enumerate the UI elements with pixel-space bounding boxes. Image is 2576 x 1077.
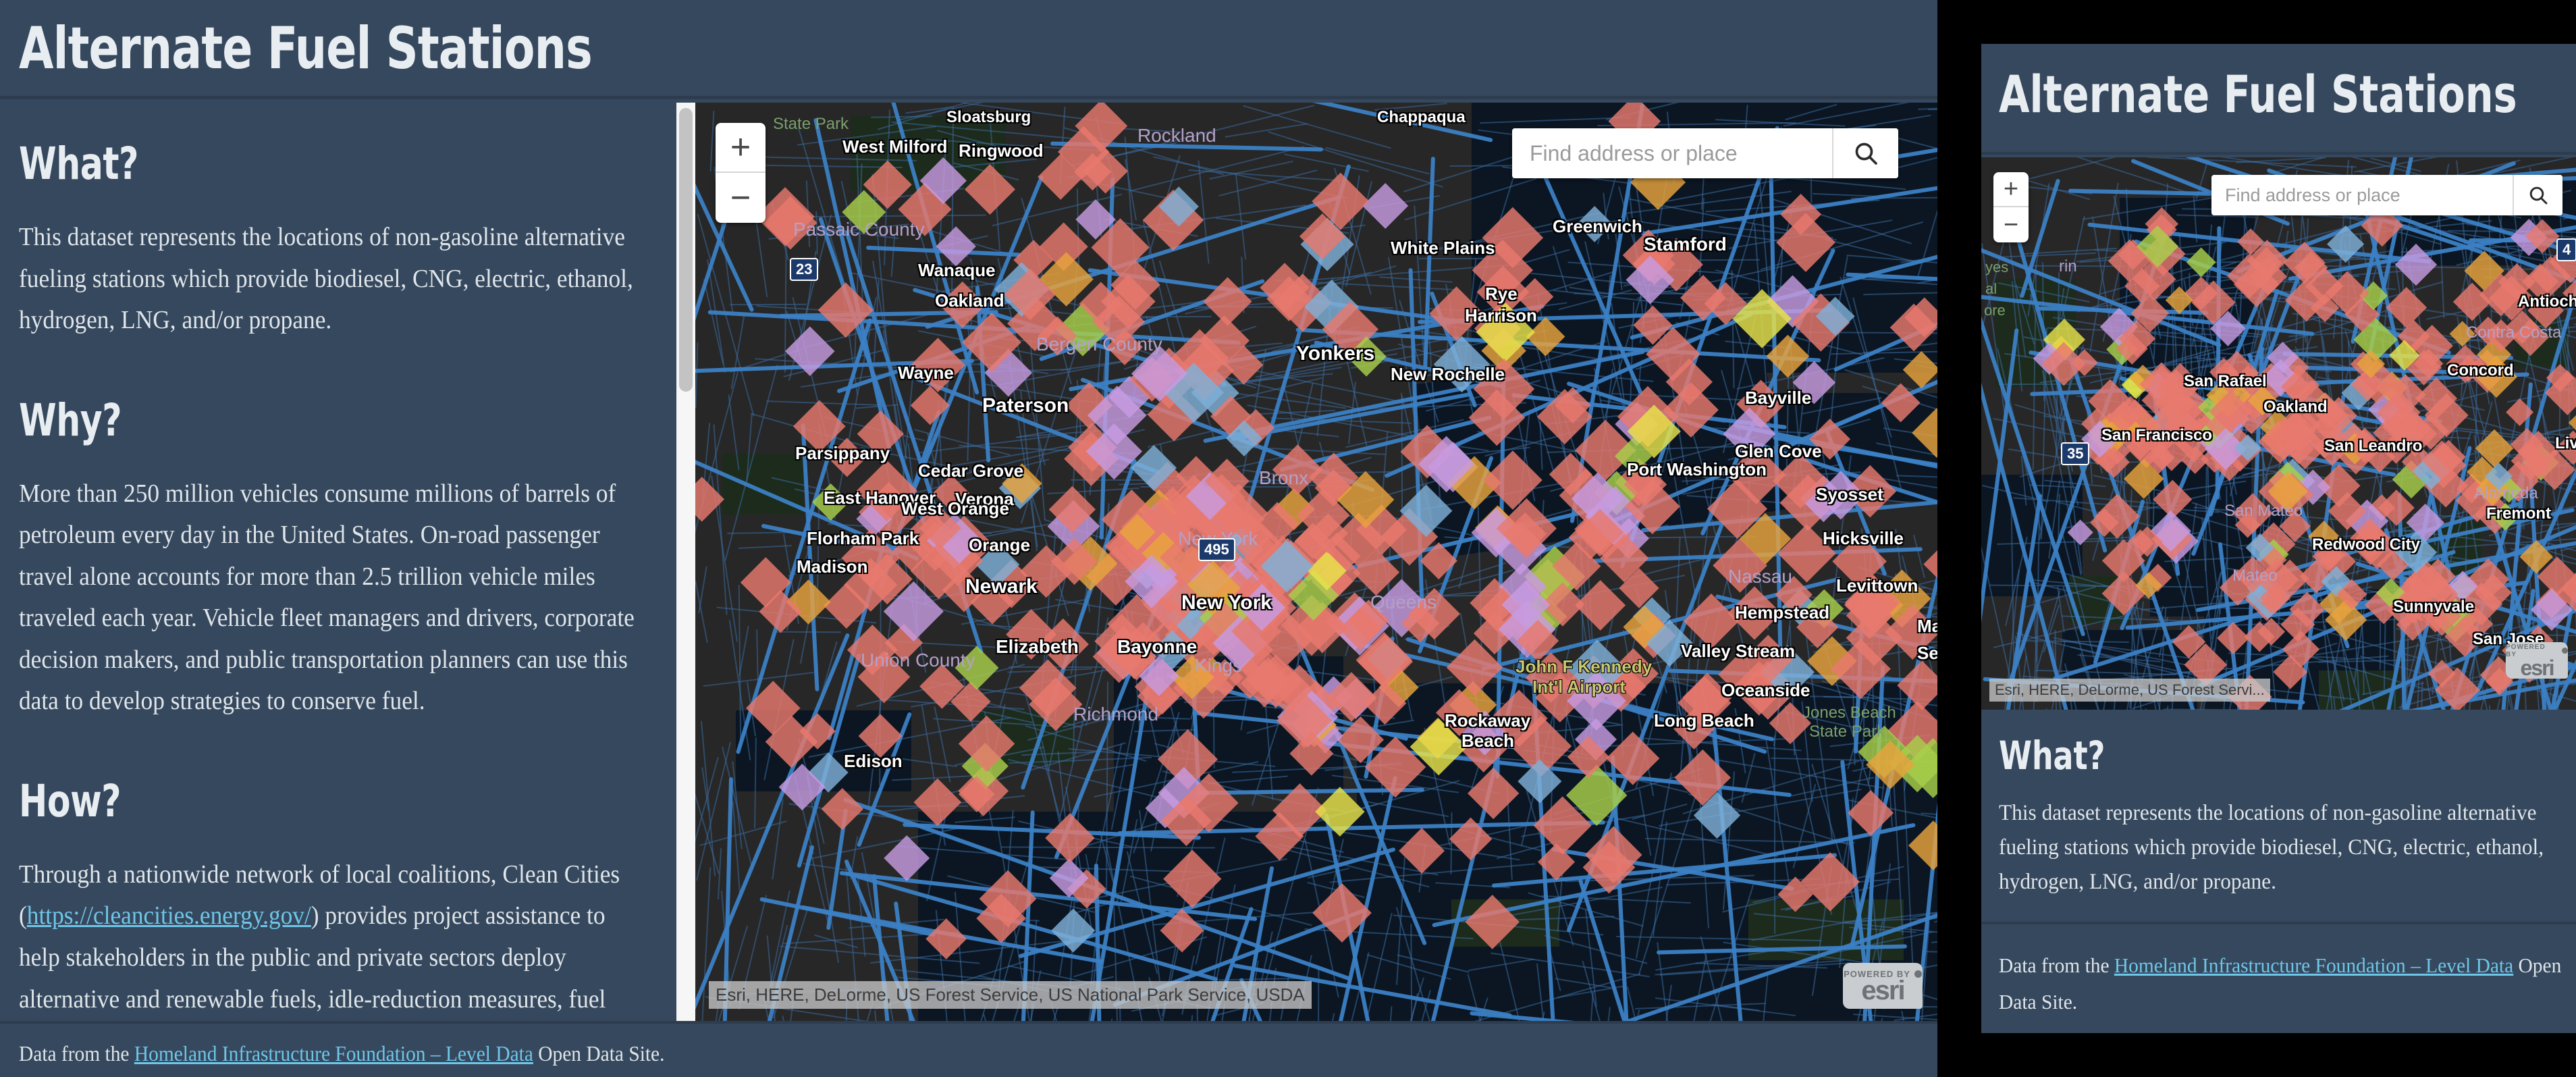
map-street: [934, 706, 951, 783]
map-street: [1912, 534, 1925, 578]
side-panel-scrollbar-thumb[interactable]: [679, 108, 693, 392]
mobile-device-screen: Alternate Fuel Stations yes al ore rin Antio…: [1981, 44, 2576, 1033]
mobile-zoom-controls[interactable]: + −: [1993, 172, 2029, 242]
map-attribution: Esri, HERE, DeLorme, US Forest Service, …: [709, 981, 1312, 1009]
app-footer: Data from the Homeland Infrastructure Fo…: [0, 1021, 1937, 1077]
map-street: [999, 648, 1020, 708]
mobile-esri-logo: POWERED BY esri: [2506, 642, 2568, 679]
map-street: [2488, 704, 2497, 710]
map-street: [1324, 147, 1430, 175]
section-body-what: This dataset represents the locations of…: [19, 223, 633, 335]
app-header: Alternate Fuel Stations: [0, 0, 1937, 99]
map-street: [755, 629, 759, 685]
zoom-controls[interactable]: + −: [716, 123, 766, 223]
map-place-label: State Park: [773, 115, 849, 133]
footer-prefix: Data from the: [19, 1041, 134, 1066]
mobile-info-panel[interactable]: What? This dataset represents the locati…: [1981, 710, 2576, 922]
map-street: [782, 1016, 811, 1021]
map-street: [776, 631, 842, 633]
hifld-link[interactable]: Homeland Infrastructure Foundation – Lev…: [134, 1041, 533, 1066]
mobile-search-input[interactable]: [2211, 175, 2513, 215]
map-street: [1198, 160, 1210, 264]
mobile-section-heading-what: What?: [1999, 733, 2105, 779]
map-street: [2147, 157, 2357, 168]
map-station-marker[interactable]: [793, 400, 846, 454]
page-title: Alternate Fuel Stations: [19, 15, 593, 82]
mobile-zoom-out-button[interactable]: −: [1993, 207, 2029, 242]
mobile-search-button[interactable]: [2514, 175, 2562, 215]
search-icon: [1855, 142, 1877, 165]
mobile-hifld-link[interactable]: Homeland Infrastructure Foundation – Lev…: [2114, 953, 2513, 977]
mobile-map-basemap-canvas[interactable]: yes al ore rin Antioch San Rafael Concord San F…: [1981, 157, 2576, 710]
section-body-why: More than 250 million vehicles consume m…: [19, 479, 635, 716]
map-street: [1401, 395, 1403, 593]
footer-suffix: Open Data Site.: [533, 1041, 665, 1066]
desktop-preview-pane: Alternate Fuel Stations What? This datas…: [0, 0, 1937, 1077]
esri-logo: POWERED BY esri: [1843, 963, 1923, 1009]
mobile-zoom-in-button[interactable]: +: [1993, 172, 2029, 207]
map-street: [890, 233, 896, 277]
search-input[interactable]: [1512, 128, 1832, 178]
mobile-app-header: Alternate Fuel Stations: [1981, 44, 2576, 155]
map-street: [1317, 966, 1320, 1021]
mobile-page-title: Alternate Fuel Stations: [1999, 64, 2517, 124]
mobile-footer-prefix: Data from the: [1999, 953, 2114, 977]
section-body-how: Through a nationwide network of local co…: [19, 854, 647, 1021]
search-icon: [2529, 186, 2548, 205]
section-heading-what: What?: [19, 138, 138, 190]
map-route-shield: 23: [790, 258, 819, 281]
mobile-esri-wordmark: esri: [2520, 655, 2555, 680]
map-street: [730, 303, 807, 306]
esri-dot-icon: [1914, 970, 1922, 978]
zoom-in-button[interactable]: +: [716, 123, 766, 173]
mobile-footer-attribution: Data from the Homeland Infrastructure Fo…: [1999, 947, 2576, 1021]
map-highway: [735, 318, 872, 755]
section-heading-why: Why?: [19, 394, 122, 446]
map-street: [1121, 127, 1182, 133]
map-street: [695, 342, 699, 408]
map-basemap-canvas[interactable]: State Park Sloatsburg Chappaqua West Milfor…: [695, 103, 1937, 1021]
map-street: [709, 111, 715, 172]
map-street: [739, 545, 793, 549]
footer-attribution: Data from the Homeland Infrastructure Fo…: [19, 1041, 664, 1066]
map-station-marker[interactable]: [1777, 524, 1836, 583]
search-button[interactable]: [1833, 128, 1898, 178]
map-view-desktop[interactable]: State Park Sloatsburg Chappaqua West Milfor…: [695, 103, 1937, 1021]
map-route-shield: 35: [2061, 442, 2090, 465]
map-street: [1267, 130, 1443, 188]
map-street: [874, 1010, 884, 1021]
info-side-panel[interactable]: What? This dataset represents the locati…: [0, 103, 677, 1021]
map-search-widget[interactable]: [1512, 128, 1898, 178]
mobile-app-footer: Data from the Homeland Infrastructure Fo…: [1981, 922, 2576, 1033]
map-street: [1129, 146, 1304, 192]
map-route-shield: 495: [1198, 538, 1235, 561]
esri-dot-icon: [2562, 648, 2568, 654]
map-view-mobile[interactable]: yes al ore rin Antioch San Rafael Concord San F…: [1981, 157, 2576, 710]
cleancities-link[interactable]: https://cleancities.energy.gov/: [27, 901, 311, 930]
zoom-out-button[interactable]: −: [716, 173, 766, 223]
esri-wordmark: esri: [1861, 975, 1905, 1005]
map-street: [1283, 153, 1370, 173]
mobile-map-search-widget[interactable]: [2211, 175, 2562, 215]
map-street: [697, 566, 707, 614]
map-street: [1235, 174, 1247, 260]
mobile-preview-frame: Alternate Fuel Stations yes al ore rin Antio…: [1937, 0, 2576, 1077]
map-street: [713, 424, 728, 615]
map-street: [1981, 704, 1989, 710]
section-heading-how: How?: [19, 774, 122, 827]
map-street: [1374, 103, 1448, 111]
map-station-marker[interactable]: [822, 788, 863, 830]
mobile-section-body-what: This dataset represents the locations of…: [1999, 801, 2544, 895]
map-route-shield: 4: [2556, 238, 2576, 261]
mobile-map-attribution: Esri, HERE, DeLorme, US Forest Servi...: [1989, 679, 2270, 702]
